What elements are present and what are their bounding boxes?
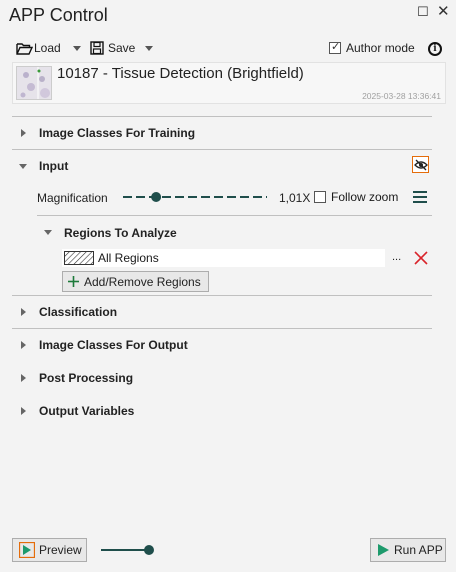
menu-icon[interactable]	[413, 191, 427, 203]
run-app-label: Run APP	[394, 543, 443, 557]
info-icon[interactable]: i	[428, 42, 442, 56]
save-icon	[90, 41, 104, 55]
visibility-toggle-button[interactable]	[412, 156, 429, 173]
author-mode-toggle[interactable]: Author mode	[329, 40, 415, 55]
add-remove-regions-button[interactable]: Add/Remove Regions	[62, 271, 209, 292]
section-title: Classification	[39, 305, 118, 319]
title-bar: APP Control ☐ ✕	[0, 0, 456, 34]
play-icon	[378, 544, 389, 556]
author-mode-label: Author mode	[346, 41, 415, 55]
slider-handle[interactable]	[144, 545, 154, 555]
window-title: APP Control	[9, 5, 108, 25]
region-value: All Regions	[98, 251, 159, 265]
expand-arrow-icon[interactable]	[21, 308, 26, 316]
section-title: Image Classes For Output	[39, 338, 188, 352]
section-title: Input	[39, 159, 69, 173]
magnification-slider[interactable]	[121, 190, 271, 204]
hatch-pattern-icon	[64, 251, 94, 265]
load-label: Load	[34, 41, 61, 55]
close-icon[interactable]: ✕	[437, 2, 450, 20]
preview-slider[interactable]	[99, 543, 159, 557]
separator	[12, 328, 432, 329]
section-title: Post Processing	[39, 371, 134, 385]
collapse-arrow-icon[interactable]	[19, 164, 27, 169]
magnification-value: 1,01X	[279, 191, 311, 205]
section-title: Output Variables	[39, 404, 135, 418]
author-mode-checkbox[interactable]	[329, 40, 341, 54]
add-remove-regions-label: Add/Remove Regions	[84, 274, 201, 289]
preview-button[interactable]: Preview	[12, 538, 87, 562]
load-button[interactable]: Load	[16, 41, 61, 55]
expand-arrow-icon[interactable]	[21, 407, 26, 415]
plus-icon	[68, 276, 79, 287]
preview-label: Preview	[39, 543, 82, 557]
maximize-icon[interactable]: ☐	[417, 4, 429, 20]
magnification-label: Magnification	[37, 191, 108, 205]
separator	[37, 215, 432, 216]
remove-icon[interactable]	[414, 251, 428, 265]
folder-open-icon	[16, 42, 33, 55]
expand-arrow-icon[interactable]	[21, 374, 26, 382]
app-date: 2025-03-28 13:36:41	[362, 91, 441, 101]
save-label: Save	[108, 41, 136, 55]
load-dropdown-icon[interactable]	[73, 46, 81, 51]
expand-arrow-icon[interactable]	[21, 129, 26, 137]
slider-handle[interactable]	[151, 192, 162, 202]
save-button[interactable]: Save	[90, 41, 135, 55]
expand-arrow-icon[interactable]	[21, 341, 26, 349]
follow-zoom-label: Follow zoom	[331, 190, 399, 204]
app-name: 10187 - Tissue Detection (Brightfield)	[57, 65, 304, 82]
section-title: Image Classes For Training	[39, 126, 196, 140]
app-info-card: 10187 - Tissue Detection (Brightfield) 2…	[12, 62, 446, 104]
separator	[12, 116, 432, 117]
collapse-arrow-icon[interactable]	[44, 230, 52, 235]
follow-zoom-toggle[interactable]: Follow zoom	[314, 190, 398, 204]
more-options-button[interactable]: ...	[392, 251, 401, 263]
save-dropdown-icon[interactable]	[145, 46, 153, 51]
follow-zoom-checkbox[interactable]	[314, 191, 326, 203]
toolbar: Load Save Author mode i	[0, 38, 456, 62]
region-field[interactable]: All Regions	[62, 249, 385, 267]
run-app-button[interactable]: Run APP	[370, 538, 446, 562]
play-preview-icon	[19, 542, 35, 558]
separator	[12, 149, 432, 150]
subsection-title: Regions To Analyze	[64, 226, 177, 240]
eye-hidden-icon	[413, 159, 428, 170]
app-control-panel: APP Control ☐ ✕ Load Save Author mode i	[0, 0, 456, 572]
separator	[12, 295, 432, 296]
app-thumbnail	[16, 66, 52, 100]
